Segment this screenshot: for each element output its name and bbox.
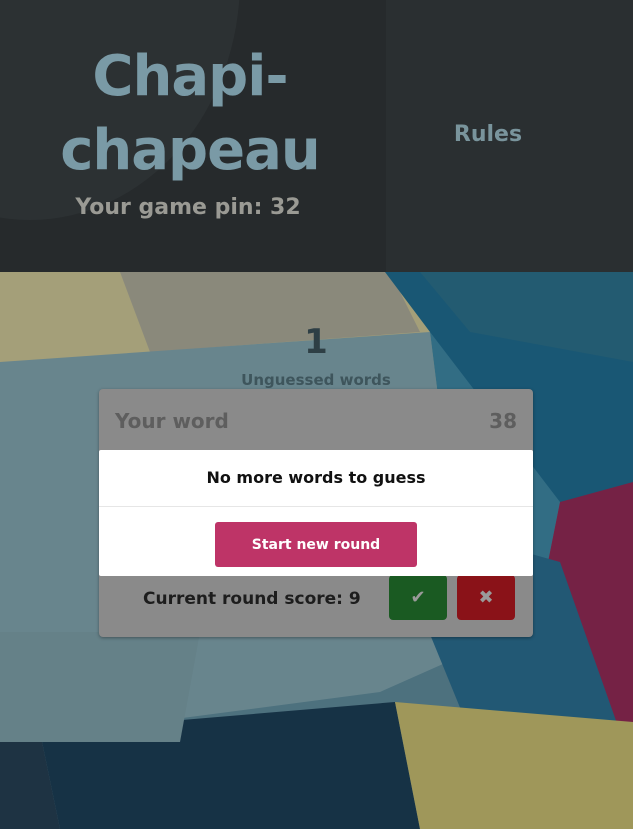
game-pin: Your game pin: 32 <box>75 195 301 220</box>
cross-icon: ✖ <box>478 587 494 608</box>
app-title-line1: Chapi- <box>92 44 288 109</box>
app-title-line2: chapeau <box>60 118 321 183</box>
round-timer: 38 <box>489 409 517 433</box>
round-score: Current round score: 9 <box>143 589 361 609</box>
dialog-divider <box>99 506 533 507</box>
app-title: Chapi- chapeau <box>40 40 340 188</box>
end-of-words-dialog: No more words to guess Start new round <box>99 450 533 576</box>
word-skipped-button[interactable]: ✖ <box>457 575 515 620</box>
app-header: Chapi- chapeau Your game pin: 32 Rules <box>0 0 633 272</box>
word-guessed-button[interactable]: ✔ <box>389 575 447 620</box>
start-new-round-button[interactable]: Start new round <box>215 522 417 567</box>
dialog-message: No more words to guess <box>206 468 426 487</box>
rules-link[interactable]: Rules <box>440 122 536 147</box>
word-label: Your word <box>115 409 229 433</box>
unguessed-label: Unguessed words <box>241 371 391 389</box>
unguessed-count: 1 <box>304 322 328 362</box>
check-icon: ✔ <box>410 587 426 608</box>
